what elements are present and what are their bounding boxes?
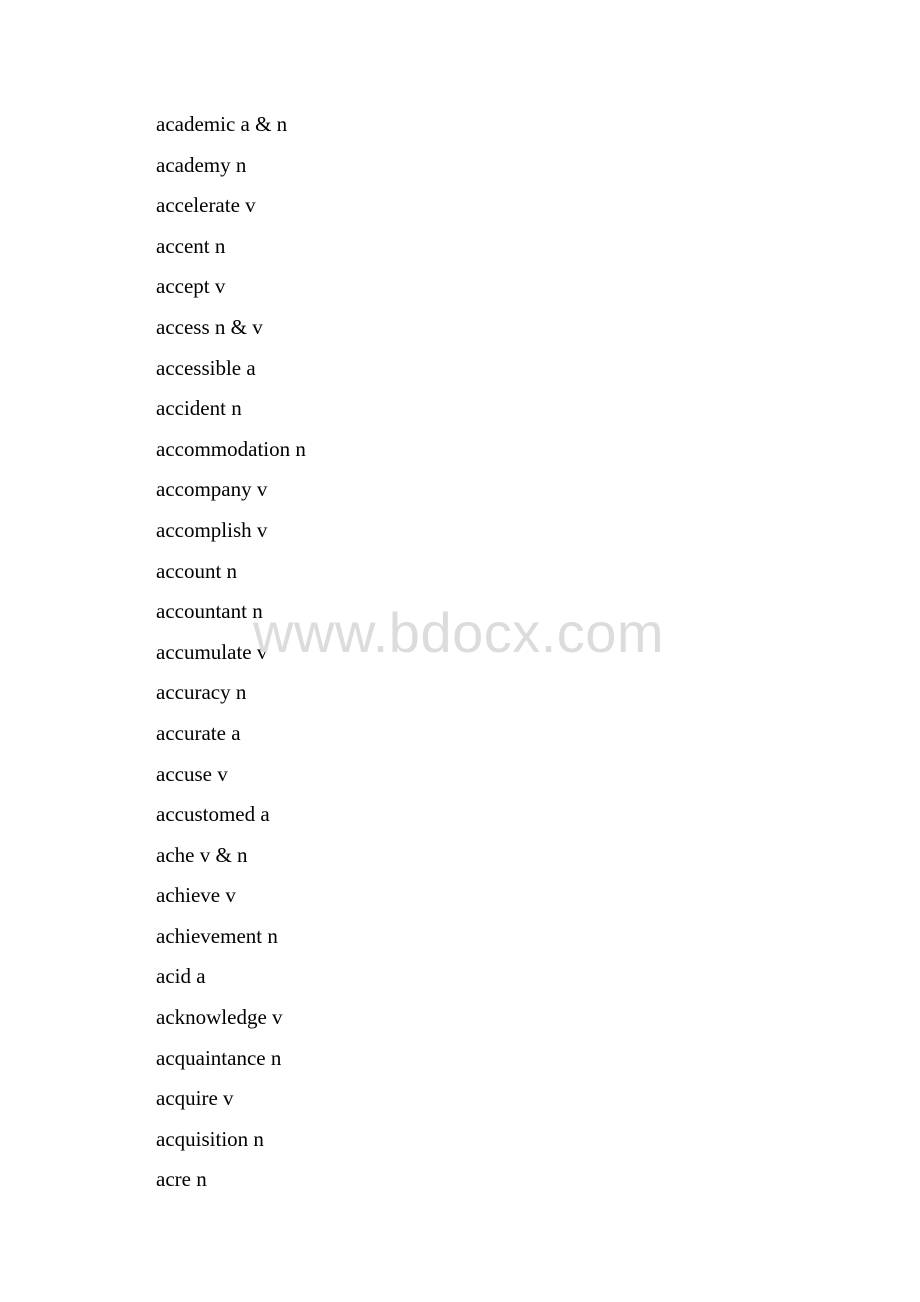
vocabulary-entry: accuse v (156, 760, 306, 801)
vocabulary-entry: accomplish v (156, 516, 306, 557)
entry-word: acquisition (156, 1126, 249, 1151)
entry-word: accent (156, 233, 210, 258)
entry-word: accurate (156, 720, 226, 745)
entry-word: acre (156, 1167, 191, 1192)
vocabulary-entry: acquisition n (156, 1125, 306, 1166)
entry-word: academic (156, 112, 236, 136)
entry-part-of-speech: n (295, 436, 306, 461)
entry-word: accompany (156, 477, 252, 502)
entry-part-of-speech: v (245, 193, 256, 218)
entry-part-of-speech: a (196, 964, 206, 989)
entry-word: acquire (156, 1086, 218, 1111)
entry-part-of-speech: n (226, 558, 238, 583)
entry-part-of-speech: n (235, 152, 247, 177)
vocabulary-entry: acid a (156, 962, 306, 1003)
entry-word: academy (156, 152, 231, 177)
vocabulary-entry: access n & v (156, 313, 306, 354)
watermark: www.bdocx.com (253, 601, 665, 664)
vocabulary-entry: academic a & n (156, 110, 306, 151)
vocabulary-entry: accuracy n (156, 678, 306, 719)
entry-word: accomplish (156, 517, 252, 542)
entry-part-of-speech: a (231, 720, 241, 745)
entry-word: accessible (156, 355, 242, 380)
vocabulary-entry: ache v & n (156, 841, 306, 882)
vocabulary-entry: accent n (156, 232, 306, 273)
entry-word: account (156, 558, 222, 583)
entry-part-of-speech: v (272, 1005, 283, 1030)
entry-word: achievement (156, 923, 263, 948)
vocabulary-entry: accident n (156, 394, 306, 435)
vocabulary-entry: accumulate v (156, 638, 306, 679)
entry-word: accuracy (156, 680, 231, 705)
entry-word: achieve (156, 883, 221, 908)
entry-word: access (156, 314, 210, 339)
vocabulary-entry: academy n (156, 151, 306, 192)
entry-part-of-speech: n (235, 680, 247, 705)
entry-word: acid (156, 964, 191, 989)
vocabulary-entry: account n (156, 557, 306, 598)
entry-part-of-speech: n (270, 1045, 282, 1070)
vocabulary-entry: acquire v (156, 1084, 306, 1125)
entry-word: accustomed (156, 802, 256, 827)
entry-part-of-speech: n (231, 396, 242, 421)
vocabulary-entry: acre n (156, 1165, 306, 1206)
vocabulary-entry: accompany v (156, 475, 306, 516)
vocabulary-entry: accept v (156, 272, 306, 313)
entry-part-of-speech: n (267, 923, 278, 948)
entry-part-of-speech: a (260, 802, 270, 827)
vocabulary-entry: achieve v (156, 881, 306, 922)
vocabulary-entry: accustomed a (156, 800, 306, 841)
entry-part-of-speech: n (196, 1167, 207, 1192)
entry-part-of-speech: v (223, 1086, 234, 1111)
vocabulary-entry: accommodation n (156, 435, 306, 476)
entry-word: accumulate (156, 639, 252, 664)
entry-word: ache (156, 842, 195, 867)
entry-part-of-speech: n (214, 233, 226, 258)
entry-part-of-speech: v (225, 883, 236, 908)
vocabulary-entry: accountant n (156, 597, 306, 638)
vocabulary-entry: acknowledge v (156, 1003, 306, 1044)
entry-word: acknowledge (156, 1005, 267, 1030)
entry-part-of-speech: n & v (214, 314, 263, 339)
entry-part-of-speech: n (253, 1126, 264, 1151)
entry-word: accuse (156, 761, 212, 786)
entry-word: accommodation (156, 436, 291, 461)
entry-part-of-speech: n (252, 599, 263, 624)
entry-part-of-speech: v & n (199, 842, 248, 867)
entry-part-of-speech: v (256, 639, 268, 664)
entry-part-of-speech: v (256, 477, 268, 502)
entry-part-of-speech: v (214, 274, 226, 299)
entry-word: accountant (156, 599, 247, 624)
entry-part-of-speech: v (217, 761, 228, 786)
vocabulary-entry: accurate a (156, 719, 306, 760)
entry-word: accept (156, 274, 210, 299)
entry-part-of-speech: a (246, 355, 256, 380)
entry-word: accident (156, 396, 226, 421)
vocabulary-entry: acquaintance n (156, 1044, 306, 1085)
entry-word: acquaintance (156, 1045, 266, 1070)
vocabulary-entry: accessible a (156, 354, 306, 395)
vocabulary-entry: accelerate v (156, 191, 306, 232)
entry-part-of-speech: v (256, 517, 268, 542)
entry-part-of-speech: a & n (240, 112, 288, 136)
entry-word: accelerate (156, 193, 240, 218)
document-page: academic a & n academy n accelerate v accent n a… (0, 0, 920, 1302)
vocabulary-entry: achievement n (156, 922, 306, 963)
vocabulary-list: academic a & n academy n accelerate v accent n a… (156, 110, 306, 1206)
